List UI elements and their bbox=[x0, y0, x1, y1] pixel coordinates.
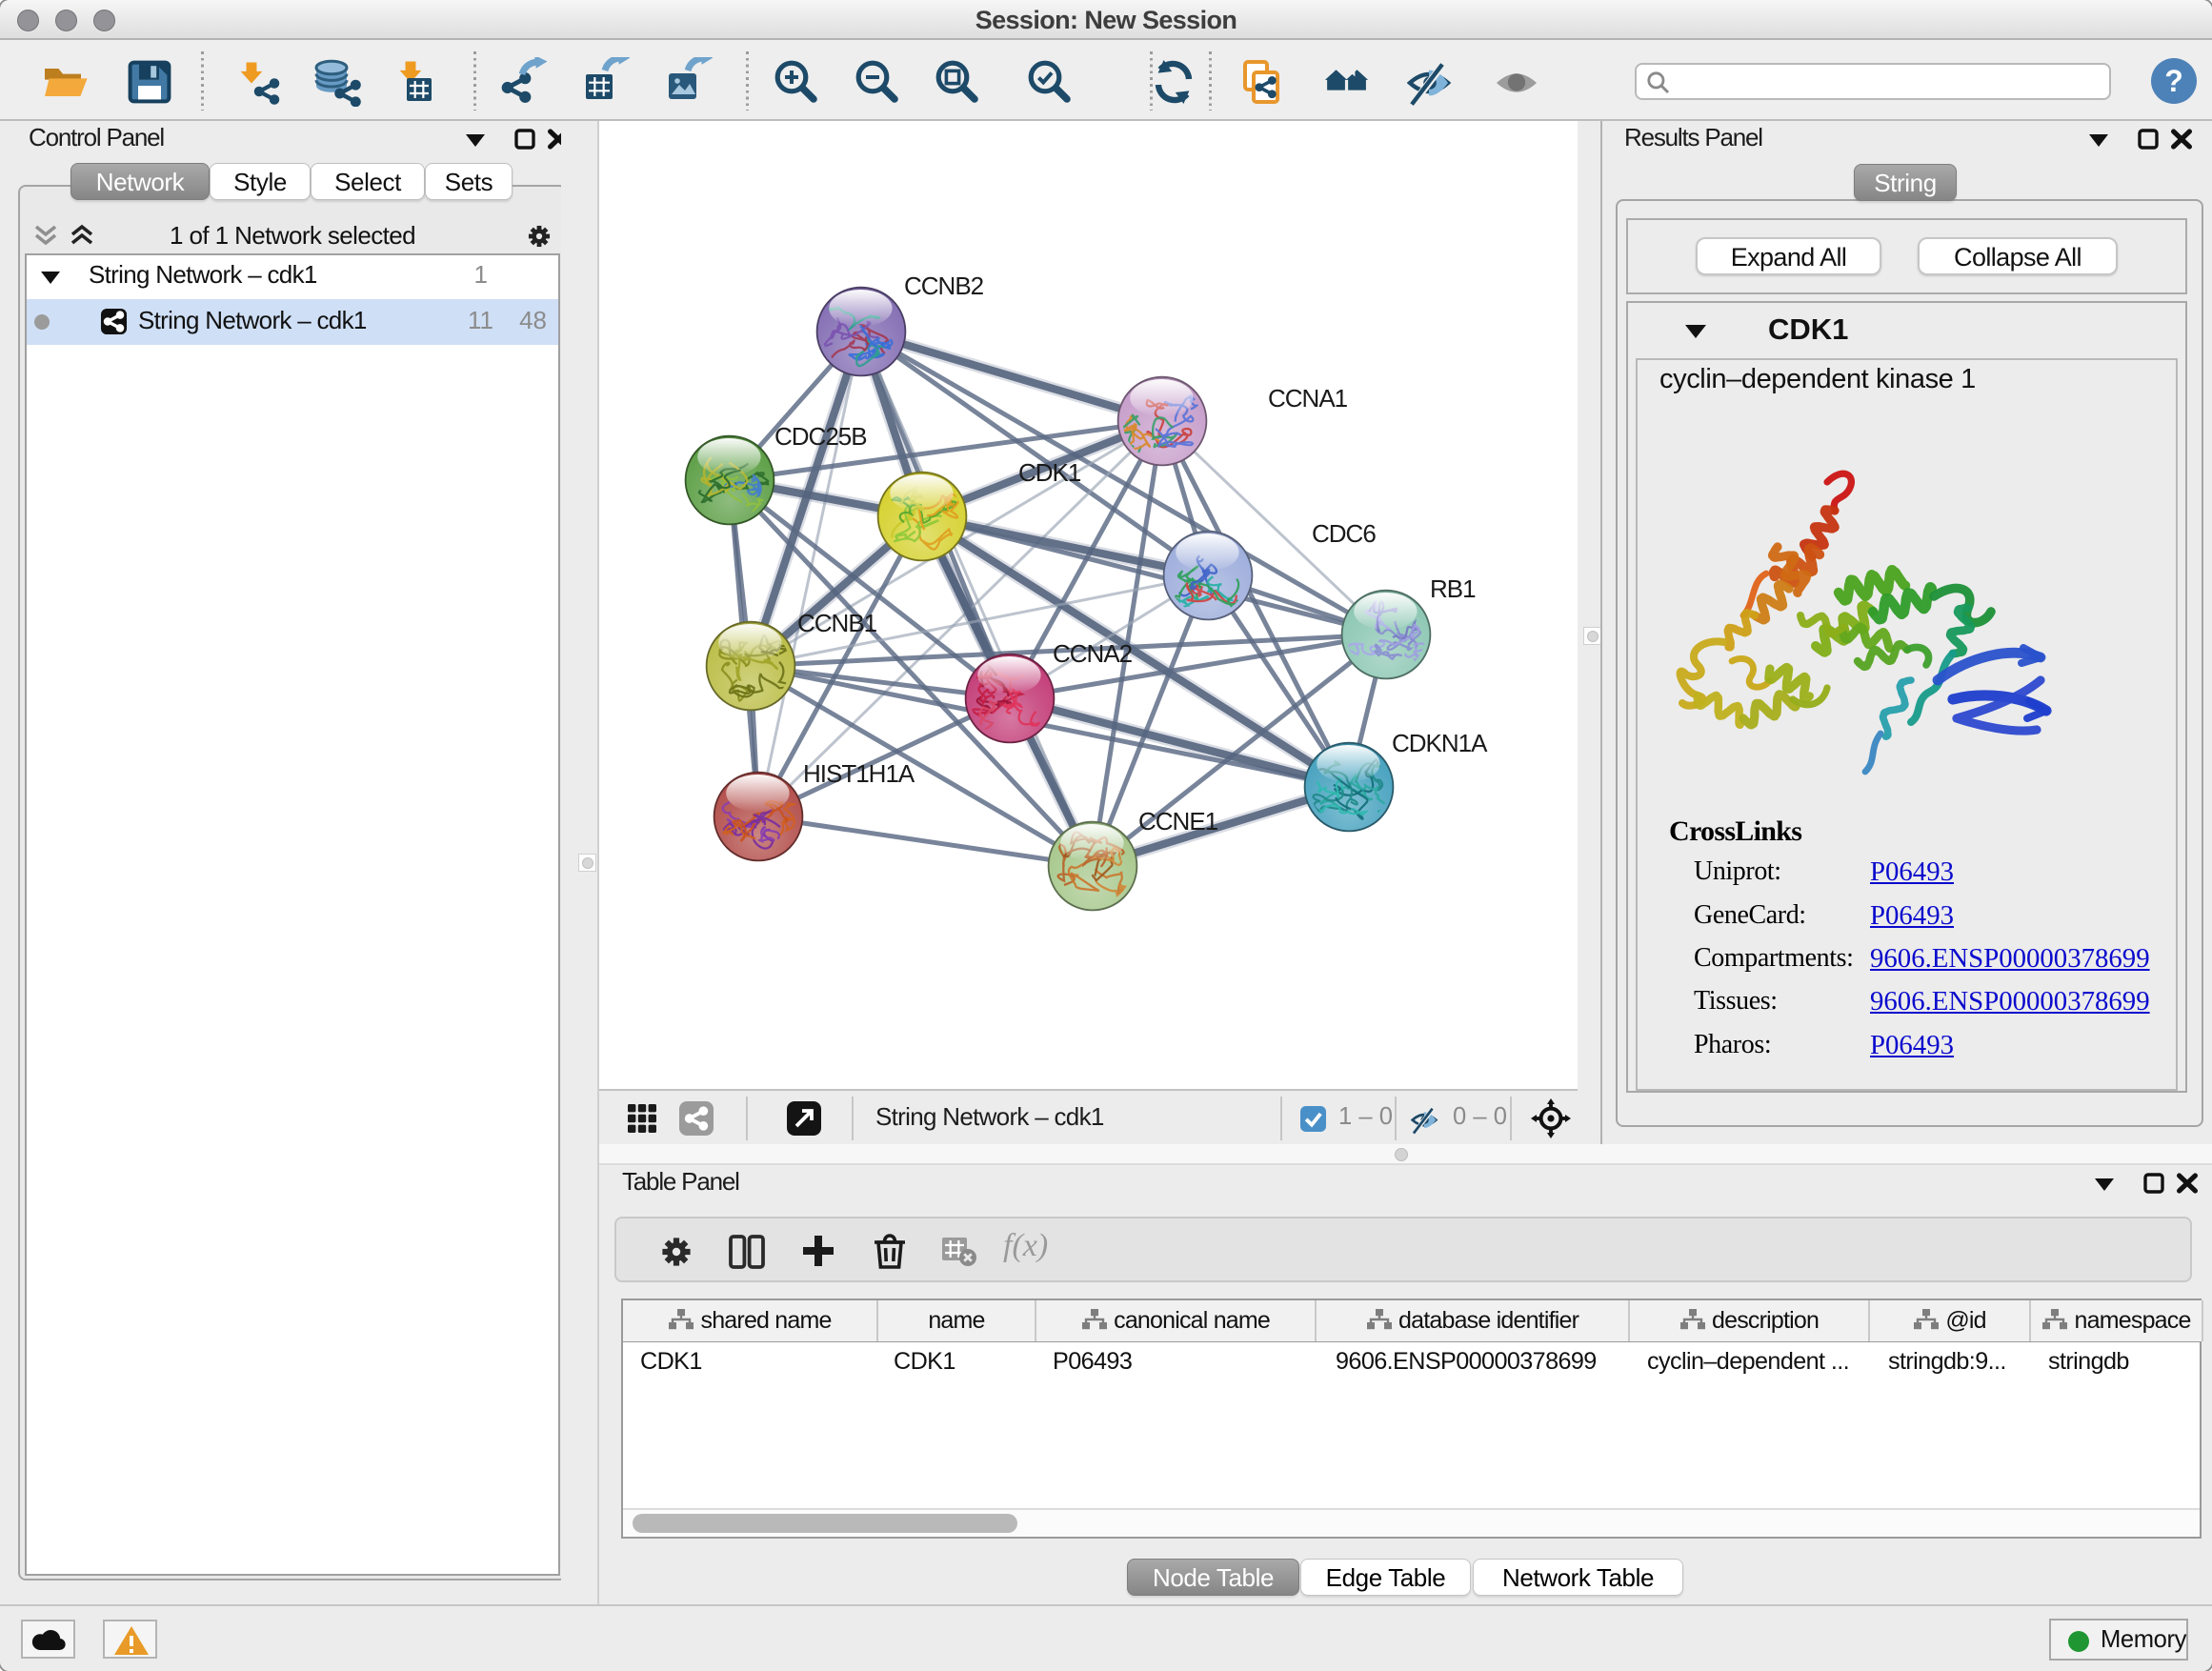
svg-text:CDKN1A: CDKN1A bbox=[1392, 729, 1488, 757]
svg-text:?: ? bbox=[2164, 64, 2183, 98]
svg-text:CCNB1: CCNB1 bbox=[797, 609, 877, 637]
svg-text:HIST1H1A: HIST1H1A bbox=[803, 759, 915, 788]
svg-text:CDC25B: CDC25B bbox=[774, 422, 867, 451]
svg-text:RB1: RB1 bbox=[1430, 574, 1476, 603]
svg-text:CDK1: CDK1 bbox=[1018, 458, 1081, 487]
svg-text:CCNB2: CCNB2 bbox=[904, 272, 984, 300]
svg-text:CCNA2: CCNA2 bbox=[1053, 639, 1133, 668]
svg-text:CCNE1: CCNE1 bbox=[1138, 807, 1218, 836]
svg-text:CCNA1: CCNA1 bbox=[1268, 384, 1348, 413]
svg-text:CDC6: CDC6 bbox=[1312, 519, 1376, 548]
